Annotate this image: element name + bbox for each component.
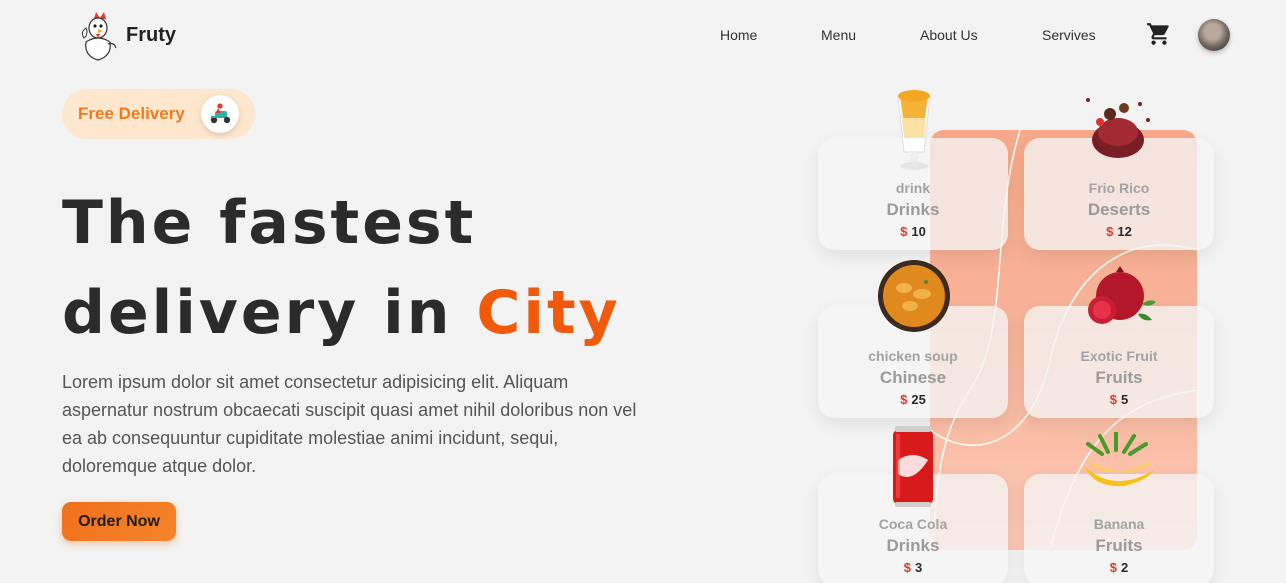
chicken-logo-icon <box>76 8 120 62</box>
product-name: Frio Rico <box>1088 180 1150 196</box>
product-category: Fruits <box>1095 368 1143 387</box>
order-now-button[interactable]: Order Now <box>62 502 176 541</box>
dessert-image <box>1078 92 1158 169</box>
product-price: $25 <box>818 392 1008 407</box>
currency-symbol: $ <box>1106 224 1114 239</box>
nav-link-services[interactable]: Servives <box>1042 27 1096 43</box>
top-nav: Fruty Home Menu About Us Servives <box>0 0 1286 70</box>
product-category: Chinese <box>879 368 947 387</box>
badge-text: Free Delivery <box>78 104 185 123</box>
cart-icon[interactable] <box>1146 21 1172 47</box>
headline-line-2-prefix: delivery in <box>62 278 477 348</box>
price-value: 12 <box>1117 224 1132 239</box>
product-price: $5 <box>1024 392 1214 407</box>
product-price: $12 <box>1024 224 1214 239</box>
price-value: 2 <box>1121 560 1129 575</box>
cola-can-image <box>890 424 936 513</box>
headline-line-1: The fastest <box>62 188 477 258</box>
product-price: $2 <box>1024 560 1214 575</box>
product-category: Drinks <box>886 536 940 555</box>
headline-line-2: delivery in City <box>62 268 621 358</box>
product-name: drink <box>895 180 931 196</box>
hero-description: Lorem ipsum dolor sit amet consectetur a… <box>62 372 637 476</box>
logo[interactable]: Fruty <box>76 8 176 62</box>
pomegranate-image <box>1080 264 1160 335</box>
price-value: 10 <box>911 224 926 239</box>
product-price: $3 <box>818 560 1008 575</box>
product-category: Fruits <box>1095 536 1143 555</box>
delivery-scooter-icon <box>201 95 239 133</box>
price-value: 5 <box>1121 392 1129 407</box>
product-name: Exotic Fruit <box>1080 348 1158 364</box>
product-price: $10 <box>818 224 1008 239</box>
banana-image <box>1078 430 1160 495</box>
product-name: chicken soup <box>868 348 958 364</box>
product-category: Drinks <box>886 200 940 219</box>
headline-accent: City <box>476 278 621 348</box>
currency-symbol: $ <box>1109 560 1117 575</box>
hero-headline: The fastest delivery in City <box>62 178 621 358</box>
nav-link-menu[interactable]: Menu <box>821 27 856 43</box>
currency-symbol: $ <box>1109 392 1117 407</box>
product-category: Deserts <box>1087 200 1151 219</box>
price-value: 25 <box>911 392 926 407</box>
product-name: Banana <box>1093 516 1145 532</box>
price-value: 3 <box>915 560 923 575</box>
currency-symbol: $ <box>900 224 908 239</box>
logo-text: Fruty <box>126 23 176 46</box>
free-delivery-badge: Free Delivery <box>62 89 255 139</box>
nav-link-home[interactable]: Home <box>720 27 757 43</box>
product-name: Coca Cola <box>878 516 948 532</box>
page: Fruty Home Menu About Us Servives Free D… <box>0 0 1286 583</box>
currency-symbol: $ <box>903 560 911 575</box>
nav-link-about-us[interactable]: About Us <box>920 27 978 43</box>
currency-symbol: $ <box>900 392 908 407</box>
milkshake-image <box>890 86 938 181</box>
user-avatar[interactable] <box>1198 19 1230 51</box>
curry-image <box>876 258 952 339</box>
